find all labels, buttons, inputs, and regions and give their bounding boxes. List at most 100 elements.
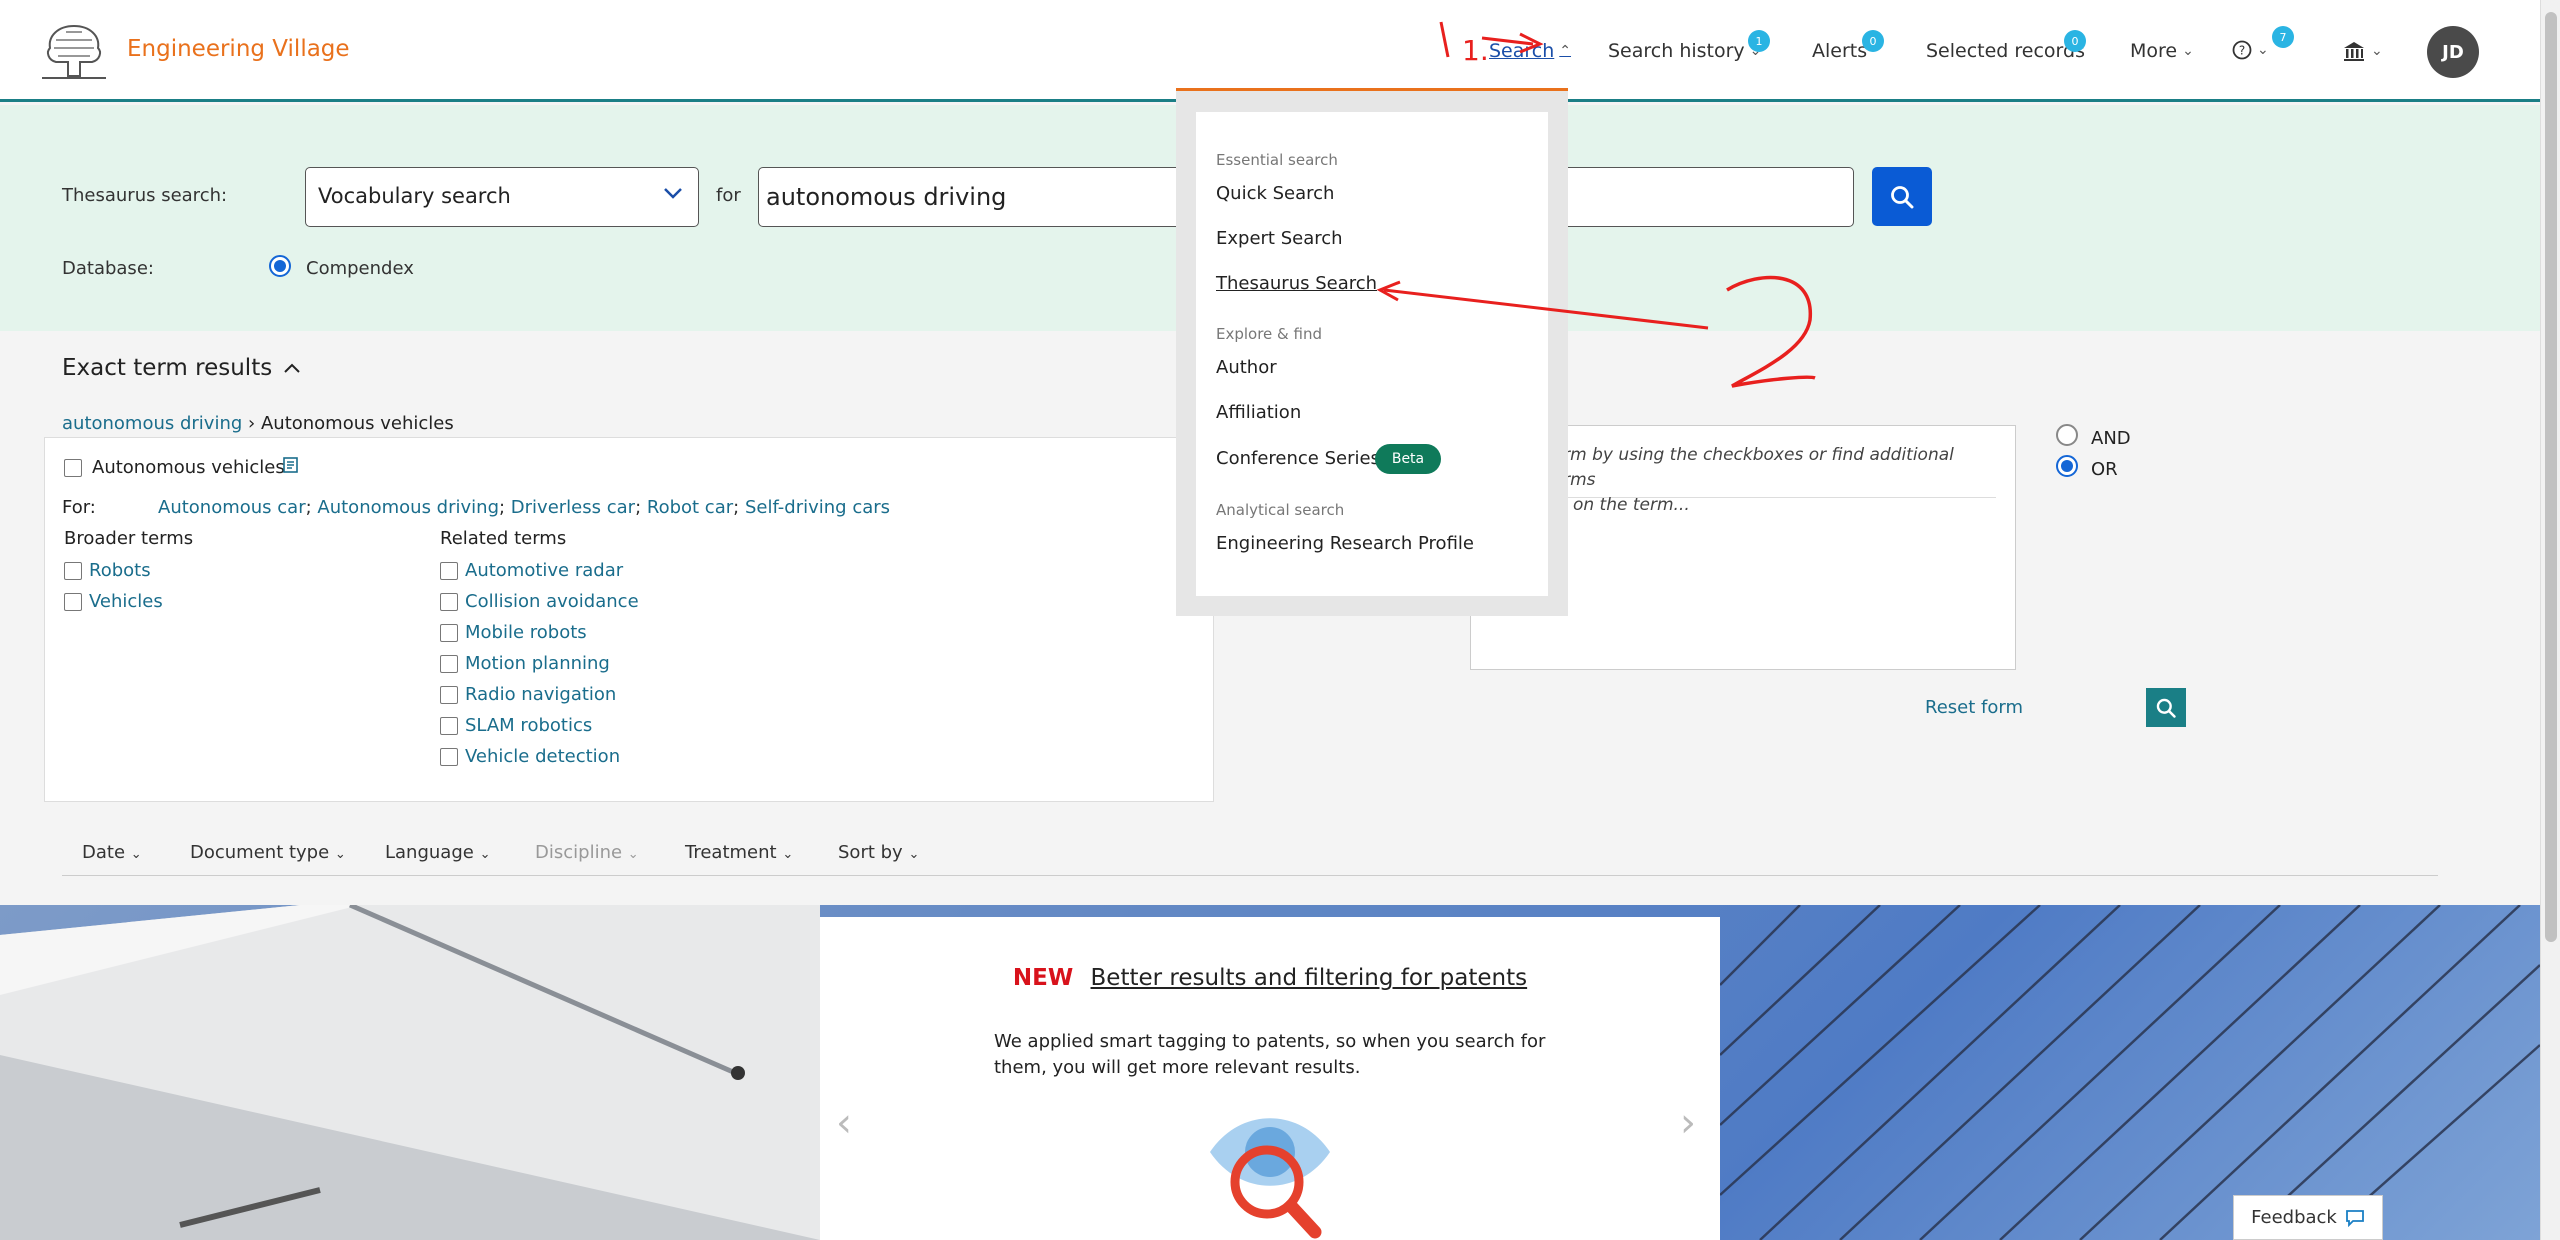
nav-more-label[interactable]: More xyxy=(2130,40,2177,62)
related-term-link[interactable]: Vehicle detection xyxy=(465,746,620,767)
brand-name[interactable]: Engineering Village xyxy=(127,36,350,62)
for-term-link[interactable]: Self-driving cars xyxy=(745,497,890,518)
menu-quick-search[interactable]: Quick Search xyxy=(1216,183,1334,204)
exact-term-results-title[interactable]: Exact term results xyxy=(62,355,302,381)
chat-icon xyxy=(2345,1209,2364,1227)
chevron-down-icon xyxy=(664,188,682,199)
broader-term-link[interactable]: Robots xyxy=(89,560,151,581)
and-radio[interactable] xyxy=(2056,424,2078,446)
for-term-link[interactable]: Autonomous driving xyxy=(317,497,499,518)
breadcrumb-separator: › xyxy=(248,413,261,434)
and-label: AND xyxy=(2091,428,2131,449)
menu-thesaurus-search[interactable]: Thesaurus Search xyxy=(1216,273,1377,294)
page-scrollbar[interactable] xyxy=(2540,0,2560,1240)
chevron-down-icon: ⌄ xyxy=(2182,43,2194,59)
chevron-down-icon: ⌄ xyxy=(2371,43,2383,59)
help-icon[interactable]: ? xyxy=(2232,40,2252,60)
feedback-button[interactable]: Feedback xyxy=(2233,1195,2383,1240)
broader-term-checkbox[interactable] xyxy=(64,593,82,611)
carousel-next-icon[interactable]: › xyxy=(1680,1100,1696,1146)
related-term-checkbox[interactable] xyxy=(440,686,458,704)
menu-expert-search[interactable]: Expert Search xyxy=(1216,228,1343,249)
compendex-radio[interactable] xyxy=(269,255,291,277)
broader-term-checkbox[interactable] xyxy=(64,562,82,580)
hint-line: ng on the term... xyxy=(1546,495,1690,515)
main-term-checkbox[interactable] xyxy=(64,459,82,477)
broader-term-link[interactable]: Vehicles xyxy=(89,591,163,612)
related-term-checkbox[interactable] xyxy=(440,624,458,642)
avatar[interactable]: JD xyxy=(2427,26,2479,78)
nav-search-history-label[interactable]: Search history xyxy=(1608,40,1745,62)
vocabulary-select[interactable]: Vocabulary search xyxy=(305,167,699,227)
main-term-label: Autonomous vehicles xyxy=(92,457,285,478)
term-details-icon[interactable] xyxy=(282,456,300,474)
nav-selected-records-label[interactable]: Selected records xyxy=(1926,40,2085,62)
exact-term-results-label: Exact term results xyxy=(62,355,273,381)
filter-language[interactable]: Language ⌄ xyxy=(385,842,490,863)
related-term-checkbox[interactable] xyxy=(440,593,458,611)
for-term-link[interactable]: Autonomous car xyxy=(158,497,306,518)
menu-affiliation[interactable]: Affiliation xyxy=(1216,402,1301,423)
magnifier-eye-icon xyxy=(1210,1118,1330,1239)
filter-document-type[interactable]: Document type ⌄ xyxy=(190,842,346,863)
announcement-body: We applied smart tagging to patents, so … xyxy=(994,1031,1546,1078)
database-label: Database: xyxy=(62,258,154,279)
related-term-link[interactable]: Automotive radar xyxy=(465,560,623,581)
nav-selected-records[interactable]: Selected records xyxy=(1926,40,2085,62)
hint-line: term by using the checkboxes or find add… xyxy=(1546,445,1954,490)
nav-alerts[interactable]: Alerts xyxy=(1812,40,1867,62)
search-button[interactable] xyxy=(1872,167,1932,226)
combine-search-button[interactable] xyxy=(2146,688,2186,727)
filter-label: Discipline xyxy=(535,842,623,863)
announcement-headline[interactable]: Better results and filtering for patents xyxy=(1091,965,1528,991)
related-term-link[interactable]: SLAM robotics xyxy=(465,715,592,736)
related-term-link[interactable]: Radio navigation xyxy=(465,684,616,705)
institution-icon[interactable] xyxy=(2342,40,2366,62)
for-label: for xyxy=(716,185,741,206)
nav-institution[interactable]: ⌄ xyxy=(2342,40,2383,62)
nav-alerts-label[interactable]: Alerts xyxy=(1812,40,1867,62)
related-term-link[interactable]: Motion planning xyxy=(465,653,610,674)
breadcrumb-link[interactable]: autonomous driving xyxy=(62,413,242,434)
for-terms-list: Autonomous car; Autonomous driving; Driv… xyxy=(158,497,891,518)
elsevier-logo[interactable] xyxy=(38,18,110,82)
essential-search-heading: Essential search xyxy=(1216,151,1338,169)
filter-label: Sort by xyxy=(838,842,903,863)
term-panel xyxy=(44,437,1214,802)
menu-conference-series[interactable]: Conference Series xyxy=(1216,448,1380,469)
chevron-down-icon: ⌄ xyxy=(908,847,920,862)
nav-search-history[interactable]: Search history ⌄ xyxy=(1608,40,1761,62)
filter-label: Language xyxy=(385,842,474,863)
menu-engineering-research-profile[interactable]: Engineering Research Profile xyxy=(1216,533,1474,554)
breadcrumb: autonomous driving › Autonomous vehicles xyxy=(62,413,454,434)
scrollbar-thumb[interactable] xyxy=(2545,12,2557,942)
filter-treatment[interactable]: Treatment ⌄ xyxy=(685,842,793,863)
menu-author[interactable]: Author xyxy=(1216,357,1277,378)
for-term-link[interactable]: Driverless car xyxy=(511,497,635,518)
related-term-link[interactable]: Collision avoidance xyxy=(465,591,639,612)
nav-more[interactable]: More ⌄ xyxy=(2130,40,2194,62)
or-radio[interactable] xyxy=(2056,455,2078,477)
chevron-up-icon xyxy=(284,363,300,373)
related-term-checkbox[interactable] xyxy=(440,562,458,580)
filter-discipline[interactable]: Discipline ⌄ xyxy=(535,842,639,863)
chevron-down-icon: ⌄ xyxy=(627,847,639,862)
related-term-checkbox[interactable] xyxy=(440,748,458,766)
related-term-checkbox[interactable] xyxy=(440,717,458,735)
filter-sort-by[interactable]: Sort by ⌄ xyxy=(838,842,919,863)
chevron-up-icon: ⌃ xyxy=(1559,43,1572,59)
beta-badge: Beta xyxy=(1375,444,1441,474)
filter-date[interactable]: Date ⌄ xyxy=(82,842,142,863)
nav-help[interactable]: ? ⌄ xyxy=(2232,40,2269,60)
related-terms-heading: Related terms xyxy=(440,528,567,549)
broader-terms-heading: Broader terms xyxy=(64,528,194,549)
announcement-card: NEW Better results and filtering for pat… xyxy=(820,917,1720,1240)
nav-search-label[interactable]: Search xyxy=(1489,40,1554,62)
for-term-link[interactable]: Robot car xyxy=(647,497,733,518)
reset-form-link[interactable]: Reset form xyxy=(1925,697,2023,718)
carousel-prev-icon[interactable]: ‹ xyxy=(836,1100,852,1146)
filter-bar: Date ⌄ Document type ⌄ Language ⌄ Discip… xyxy=(62,838,2438,876)
nav-search[interactable]: Search ⌃ xyxy=(1489,40,1571,62)
related-term-link[interactable]: Mobile robots xyxy=(465,622,587,643)
related-term-checkbox[interactable] xyxy=(440,655,458,673)
